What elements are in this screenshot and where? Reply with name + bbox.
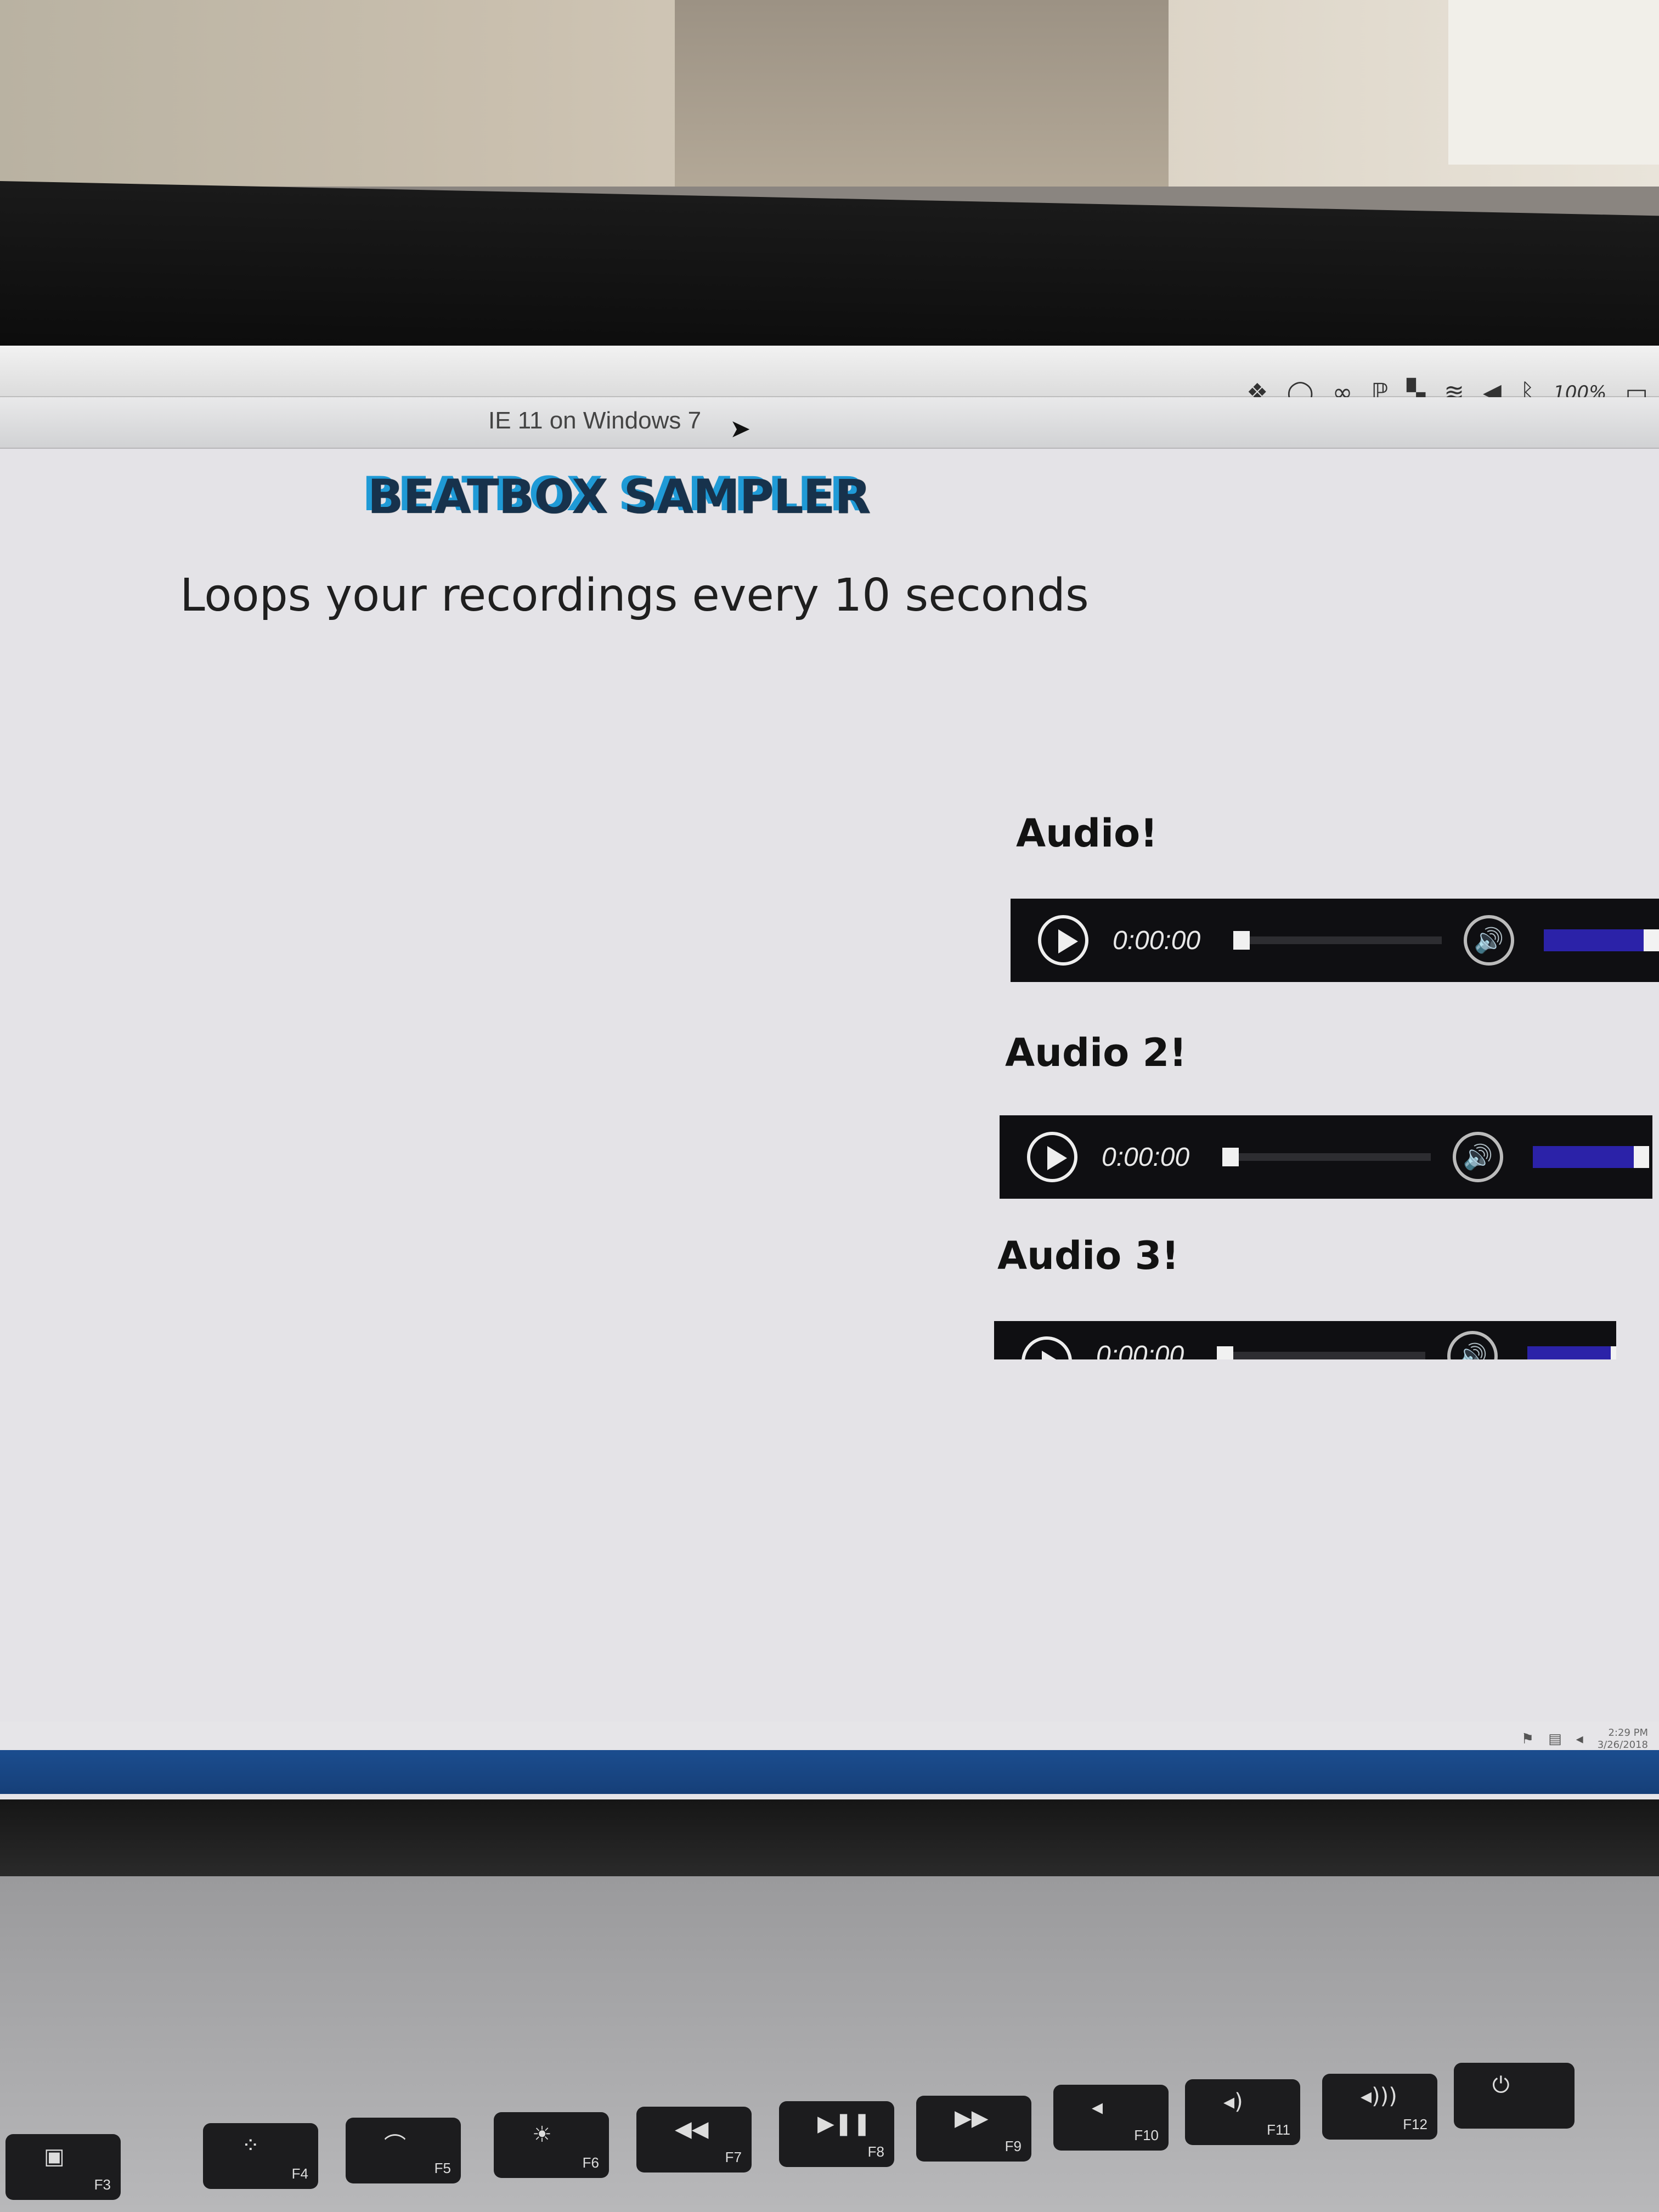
volume-down-icon: ◂) [1223,2089,1243,2114]
seek-bar[interactable] [1217,1346,1426,1359]
key-f11[interactable]: ◂) F11 [1185,2079,1300,2145]
laptop-screen: ❖ ◯ ∞ ℙ ▚ ≋ ◀ ᛒ 100% ▭ ➤ IE 11 on Window… [0,346,1659,1816]
launchpad-icon: ⁘ [241,2133,260,2158]
mac-menu-bar: ❖ ◯ ∞ ℙ ▚ ≋ ◀ ᛒ 100% ▭ [0,346,1659,407]
seek-bar[interactable] [1233,931,1442,950]
seek-thumb[interactable] [1233,931,1250,950]
volume-slider[interactable] [1544,929,1659,951]
page-subtitle: Loops your recordings every 10 seconds [180,569,1089,622]
network-icon[interactable]: ▤ [1548,1731,1562,1747]
rewind-icon: ◀◀ [675,2117,709,2142]
flag-icon[interactable]: ⚑ [1521,1731,1534,1747]
audio-1-label: Audio! [1016,811,1158,856]
mission-control-icon: ▣ [44,2144,65,2169]
mouse-cursor-icon: ➤ [730,414,751,443]
vm-window-titlebar[interactable]: ➤ IE 11 on Windows 7 [0,397,1659,449]
volume-thumb[interactable] [1611,1346,1616,1359]
volume-thumb[interactable] [1644,929,1659,951]
time-display: 0:00:00 [1113,926,1201,955]
audio-player-2: 0:00:00 🔊 [1000,1115,1652,1199]
volume-icon[interactable]: 🔊 [1453,1132,1504,1182]
key-f6[interactable]: ☀ F6 [494,2112,609,2178]
play-pause-icon: ▶❚❚ [817,2111,871,2136]
seek-bar[interactable] [1222,1148,1431,1166]
keyboard-brightness-down-icon: ⌒ [384,2133,406,2158]
key-power[interactable]: ⏻ [1454,2063,1575,2129]
audio-3-label: Audio 3! [997,1233,1180,1278]
power-icon: ⏻ [1492,2073,1510,2098]
volume-icon[interactable]: 🔊 [1447,1331,1498,1359]
system-tray: ⚑ ▤ ◂ 2:29 PM 3/26/2018 [1521,1727,1648,1751]
audio-player-1: 0:00:00 🔊 [1011,899,1659,982]
time-display: 0:00:00 [1096,1341,1184,1359]
time-display: 0:00:00 [1102,1142,1190,1172]
background-wall [675,0,1169,187]
background-window [1448,0,1659,165]
volume-slider[interactable] [1533,1146,1650,1168]
key-f8[interactable]: ▶❚❚ F8 [779,2101,894,2167]
seek-thumb[interactable] [1222,1148,1239,1166]
windows-taskbar: ⚑ ▤ ◂ 2:29 PM 3/26/2018 [0,1727,1659,1794]
audio-2-label: Audio 2! [1005,1030,1187,1075]
volume-slider[interactable] [1527,1346,1616,1359]
audio-player-3: 0:00:00 🔊 [994,1321,1616,1359]
window-title: IE 11 on Windows 7 [488,407,702,434]
laptop-hinge [0,1799,1659,1887]
key-f5[interactable]: ⌒ F5 [346,2118,461,2183]
play-button[interactable] [1022,1336,1072,1359]
clock-time: 2:29 PM [1608,1727,1648,1739]
mute-icon: ◂ [1092,2095,1103,2120]
volume-up-icon: ◂))) [1361,2084,1397,2109]
seek-thumb[interactable] [1217,1346,1234,1359]
key-f7[interactable]: ◀◀ F7 [636,2107,752,2172]
page-title: BEATBOX SAMPLER [368,470,871,524]
fast-forward-icon: ▶▶ [955,2106,989,2131]
speaker-icon[interactable]: ◂ [1576,1731,1583,1747]
play-button[interactable] [1038,915,1088,966]
clock[interactable]: 2:29 PM 3/26/2018 [1598,1727,1648,1751]
key-f12[interactable]: ◂))) F12 [1322,2074,1437,2140]
web-page: BEATBOX SAMPLER Loops your recordings ev… [0,449,1659,1722]
key-f10[interactable]: ◂ F10 [1053,2085,1169,2151]
keyboard-brightness-up-icon: ☀ [532,2122,552,2147]
clock-date: 3/26/2018 [1597,1739,1648,1751]
volume-icon[interactable]: 🔊 [1464,915,1515,966]
play-button[interactable] [1027,1132,1077,1182]
background-room [0,0,1659,187]
key-f3[interactable]: ▣ F3 [5,2134,121,2200]
key-f4[interactable]: ⁘ F4 [203,2123,318,2189]
volume-thumb[interactable] [1634,1146,1650,1168]
key-f9[interactable]: ▶▶ F9 [916,2096,1031,2162]
